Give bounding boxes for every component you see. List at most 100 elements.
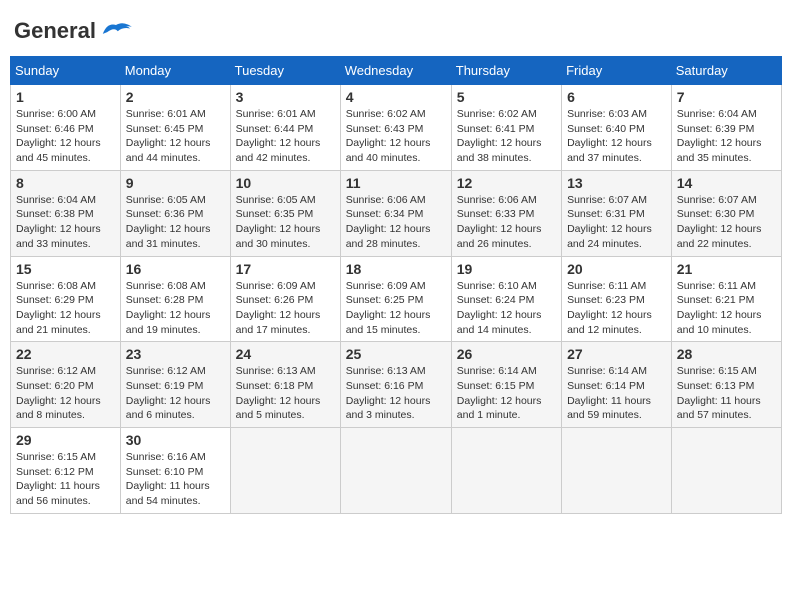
day-number: 7 [677, 89, 776, 105]
day-info: Sunrise: 6:15 AMSunset: 6:13 PMDaylight:… [677, 364, 776, 423]
day-number: 12 [457, 175, 556, 191]
calendar-cell: 1 Sunrise: 6:00 AMSunset: 6:46 PMDaylight… [11, 85, 121, 171]
day-info: Sunrise: 6:13 AMSunset: 6:18 PMDaylight:… [236, 364, 335, 423]
calendar-cell: 10 Sunrise: 6:05 AMSunset: 6:35 PMDayligh… [230, 170, 340, 256]
calendar-cell [451, 428, 561, 514]
day-number: 5 [457, 89, 556, 105]
calendar-cell: 25 Sunrise: 6:13 AMSunset: 6:16 PMDayligh… [340, 342, 451, 428]
calendar-cell: 6 Sunrise: 6:03 AMSunset: 6:40 PMDaylight… [562, 85, 672, 171]
day-number: 22 [16, 346, 115, 362]
calendar-cell: 3Sunrise: 6:01 AMSunset: 6:44 PMDaylight… [230, 85, 340, 171]
calendar-cell: 12 Sunrise: 6:06 AMSunset: 6:33 PMDayligh… [451, 170, 561, 256]
day-info: Sunrise: 6:05 AMSunset: 6:36 PMDaylight:… [126, 193, 225, 252]
logo-bird-icon [98, 18, 134, 40]
calendar-week-row: 15 Sunrise: 6:08 AMSunset: 6:29 PMDayligh… [11, 256, 782, 342]
day-info: Sunrise: 6:00 AMSunset: 6:46 PMDaylight:… [16, 107, 115, 166]
calendar-cell [340, 428, 451, 514]
calendar-header-row: SundayMondayTuesdayWednesdayThursdayFrid… [11, 57, 782, 85]
calendar-cell: 17Sunrise: 6:09 AMSunset: 6:26 PMDayligh… [230, 256, 340, 342]
header-sunday: Sunday [11, 57, 121, 85]
calendar-cell: 27 Sunrise: 6:14 AMSunset: 6:14 PMDayligh… [562, 342, 672, 428]
day-number: 18 [346, 261, 446, 277]
calendar-cell: 2 Sunrise: 6:01 AMSunset: 6:45 PMDaylight… [120, 85, 230, 171]
day-number: 24 [236, 346, 335, 362]
calendar-week-row: 1 Sunrise: 6:00 AMSunset: 6:46 PMDaylight… [11, 85, 782, 171]
calendar-cell: 14 Sunrise: 6:07 AMSunset: 6:30 PMDayligh… [671, 170, 781, 256]
calendar-cell: 21 Sunrise: 6:11 AMSunset: 6:21 PMDayligh… [671, 256, 781, 342]
calendar-cell: 4 Sunrise: 6:02 AMSunset: 6:43 PMDaylight… [340, 85, 451, 171]
day-number: 4 [346, 89, 446, 105]
day-info: Sunrise: 6:11 AMSunset: 6:21 PMDaylight:… [677, 279, 776, 338]
day-info: Sunrise: 6:07 AMSunset: 6:31 PMDaylight:… [567, 193, 666, 252]
day-info: Sunrise: 6:06 AMSunset: 6:33 PMDaylight:… [457, 193, 556, 252]
day-number: 6 [567, 89, 666, 105]
day-number: 17 [236, 261, 335, 277]
logo-text-general: General [14, 18, 96, 44]
day-info: Sunrise: 6:04 AMSunset: 6:38 PMDaylight:… [16, 193, 115, 252]
day-info: Sunrise: 6:08 AMSunset: 6:29 PMDaylight:… [16, 279, 115, 338]
calendar-cell: 22 Sunrise: 6:12 AMSunset: 6:20 PMDayligh… [11, 342, 121, 428]
day-info: Sunrise: 6:05 AMSunset: 6:35 PMDaylight:… [236, 193, 335, 252]
day-number: 20 [567, 261, 666, 277]
calendar-cell: 18 Sunrise: 6:09 AMSunset: 6:25 PMDayligh… [340, 256, 451, 342]
header-friday: Friday [562, 57, 672, 85]
calendar-cell [230, 428, 340, 514]
calendar-cell: 5 Sunrise: 6:02 AMSunset: 6:41 PMDaylight… [451, 85, 561, 171]
day-number: 10 [236, 175, 335, 191]
day-info: Sunrise: 6:08 AMSunset: 6:28 PMDaylight:… [126, 279, 225, 338]
day-info: Sunrise: 6:10 AMSunset: 6:24 PMDaylight:… [457, 279, 556, 338]
calendar-cell [671, 428, 781, 514]
day-number: 27 [567, 346, 666, 362]
calendar-cell: 26Sunrise: 6:14 AMSunset: 6:15 PMDayligh… [451, 342, 561, 428]
day-info: Sunrise: 6:06 AMSunset: 6:34 PMDaylight:… [346, 193, 446, 252]
day-number: 21 [677, 261, 776, 277]
calendar-cell: 30 Sunrise: 6:16 AMSunset: 6:10 PMDayligh… [120, 428, 230, 514]
day-number: 23 [126, 346, 225, 362]
calendar-cell [562, 428, 672, 514]
day-number: 9 [126, 175, 225, 191]
day-info: Sunrise: 6:02 AMSunset: 6:43 PMDaylight:… [346, 107, 446, 166]
calendar-cell: 8 Sunrise: 6:04 AMSunset: 6:38 PMDaylight… [11, 170, 121, 256]
calendar-cell: 13Sunrise: 6:07 AMSunset: 6:31 PMDayligh… [562, 170, 672, 256]
day-number: 1 [16, 89, 115, 105]
day-number: 3 [236, 89, 335, 105]
logo: General [14, 18, 134, 40]
day-info: Sunrise: 6:01 AMSunset: 6:45 PMDaylight:… [126, 107, 225, 166]
day-number: 15 [16, 261, 115, 277]
page-header: General [10, 10, 782, 48]
calendar-cell: 28 Sunrise: 6:15 AMSunset: 6:13 PMDayligh… [671, 342, 781, 428]
day-number: 28 [677, 346, 776, 362]
day-info: Sunrise: 6:16 AMSunset: 6:10 PMDaylight:… [126, 450, 225, 509]
day-info: Sunrise: 6:09 AMSunset: 6:25 PMDaylight:… [346, 279, 446, 338]
calendar-week-row: 8 Sunrise: 6:04 AMSunset: 6:38 PMDaylight… [11, 170, 782, 256]
calendar-cell: 20Sunrise: 6:11 AMSunset: 6:23 PMDayligh… [562, 256, 672, 342]
day-number: 11 [346, 175, 446, 191]
calendar-week-row: 22 Sunrise: 6:12 AMSunset: 6:20 PMDayligh… [11, 342, 782, 428]
day-info: Sunrise: 6:07 AMSunset: 6:30 PMDaylight:… [677, 193, 776, 252]
day-number: 16 [126, 261, 225, 277]
day-info: Sunrise: 6:14 AMSunset: 6:14 PMDaylight:… [567, 364, 666, 423]
day-info: Sunrise: 6:02 AMSunset: 6:41 PMDaylight:… [457, 107, 556, 166]
day-number: 29 [16, 432, 115, 448]
header-saturday: Saturday [671, 57, 781, 85]
day-info: Sunrise: 6:03 AMSunset: 6:40 PMDaylight:… [567, 107, 666, 166]
day-info: Sunrise: 6:14 AMSunset: 6:15 PMDaylight:… [457, 364, 556, 423]
calendar-table: SundayMondayTuesdayWednesdayThursdayFrid… [10, 56, 782, 514]
day-info: Sunrise: 6:13 AMSunset: 6:16 PMDaylight:… [346, 364, 446, 423]
day-number: 25 [346, 346, 446, 362]
calendar-cell: 23 Sunrise: 6:12 AMSunset: 6:19 PMDayligh… [120, 342, 230, 428]
day-number: 30 [126, 432, 225, 448]
day-info: Sunrise: 6:12 AMSunset: 6:19 PMDaylight:… [126, 364, 225, 423]
day-number: 8 [16, 175, 115, 191]
day-number: 19 [457, 261, 556, 277]
header-thursday: Thursday [451, 57, 561, 85]
calendar-cell: 24 Sunrise: 6:13 AMSunset: 6:18 PMDayligh… [230, 342, 340, 428]
calendar-cell: 15 Sunrise: 6:08 AMSunset: 6:29 PMDayligh… [11, 256, 121, 342]
day-number: 14 [677, 175, 776, 191]
calendar-cell: 29 Sunrise: 6:15 AMSunset: 6:12 PMDayligh… [11, 428, 121, 514]
header-tuesday: Tuesday [230, 57, 340, 85]
day-info: Sunrise: 6:12 AMSunset: 6:20 PMDaylight:… [16, 364, 115, 423]
calendar-cell: 19 Sunrise: 6:10 AMSunset: 6:24 PMDayligh… [451, 256, 561, 342]
day-number: 2 [126, 89, 225, 105]
day-info: Sunrise: 6:15 AMSunset: 6:12 PMDaylight:… [16, 450, 115, 509]
